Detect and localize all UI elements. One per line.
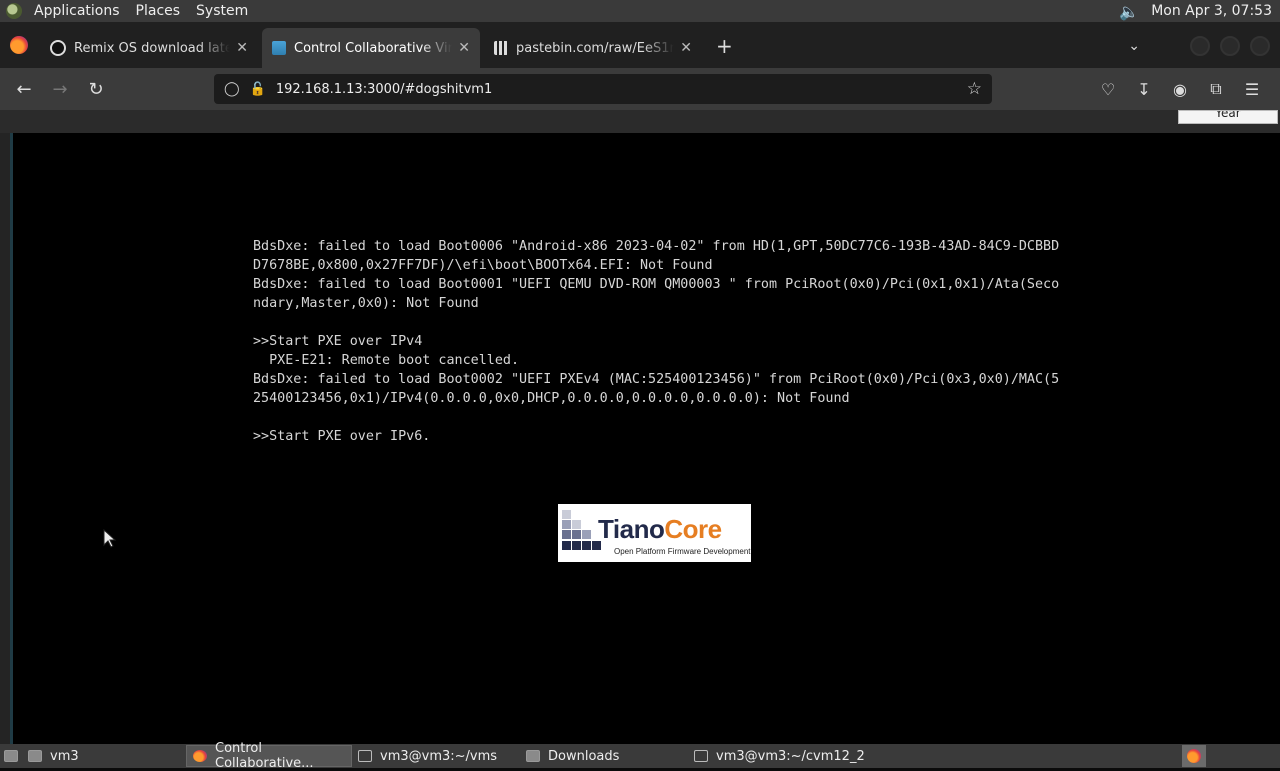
list-all-tabs-chevron-icon[interactable]: ⌄ [1128, 38, 1140, 54]
folder-icon [526, 750, 540, 762]
taskbar-item-downloads[interactable]: Downloads [520, 745, 688, 767]
close-window-button[interactable] [1250, 36, 1270, 56]
console-line: >>Start PXE over IPv6. [253, 429, 431, 444]
applications-menu[interactable]: Applications [26, 0, 128, 22]
bookmark-star-icon[interactable]: ☆ [967, 79, 982, 99]
account-icon[interactable]: ◉ [1162, 80, 1198, 99]
year-button[interactable]: Year [1178, 110, 1278, 124]
taskbar-item-label: vm3@vm3:~/vms [380, 748, 498, 764]
system-menu[interactable]: System [188, 0, 256, 22]
console-line: BdsDxe: failed to load Boot0006 "Android… [253, 239, 1060, 254]
pocket-icon[interactable]: ♡ [1090, 80, 1126, 99]
show-desktop-button[interactable] [0, 745, 22, 767]
terminal-icon [694, 750, 708, 762]
tab-control-collaborative[interactable]: Control Collaborative Virtual ✕ [262, 28, 480, 68]
console-line: D7678BE,0x800,0x27FF7DF)/\efi\boot\BOOTx… [253, 258, 713, 273]
taskbar-item-label: Control Collaborative... [215, 741, 314, 771]
gnome-logo-icon[interactable] [6, 3, 22, 19]
taskbar-item-vm3[interactable]: vm3 [22, 745, 186, 767]
firefox-tray-icon [1187, 749, 1201, 763]
tab-pastebin[interactable]: pastebin.com/raw/EeS1nz7C ✕ [484, 28, 702, 68]
tab-remix-os[interactable]: Remix OS download latest v ✕ [40, 28, 258, 68]
mouse-pointer-icon [103, 529, 117, 548]
console-line: PXE-E21: Remote boot cancelled. [253, 353, 520, 368]
logo-wordmark: TianoCore [598, 514, 722, 545]
new-tab-button[interactable]: + [716, 34, 733, 58]
url-text[interactable]: 192.168.1.13:3000/#dogshitvm1 [276, 82, 492, 97]
console-line: 25400123456,0x1)/IPv4(0.0.0.0,0x0,DHCP,0… [253, 391, 850, 406]
tianocore-logo: TianoCore Open Platform Firmware Develop… [558, 504, 751, 562]
terminal-icon [358, 750, 372, 762]
github-icon [50, 40, 66, 56]
close-tab-icon[interactable]: ✕ [680, 40, 692, 56]
insecure-lock-icon[interactable]: 🔓 [250, 82, 266, 97]
tab-title: pastebin.com/raw/EeS1nz7C [516, 40, 675, 56]
url-bar[interactable]: ◯ 🔓 192.168.1.13:3000/#dogshitvm1 ☆ [214, 74, 992, 104]
logo-word-core: Core [664, 514, 722, 544]
console-line: BdsDxe: failed to load Boot0002 "UEFI PX… [253, 372, 1060, 387]
console-line: >>Start PXE over IPv4 [253, 334, 423, 349]
back-button[interactable]: ← [6, 79, 42, 100]
tray-firefox-button[interactable] [1182, 745, 1206, 767]
show-desktop-icon [4, 750, 18, 762]
bottom-taskbar: vm3 Control Collaborative... vm3@vm3:~/v… [0, 741, 1280, 771]
vm-console-screen[interactable]: BdsDxe: failed to load Boot0006 "Android… [10, 133, 1280, 744]
logo-word-tiano: Tiano [598, 514, 665, 544]
folder-icon [28, 750, 42, 762]
navigation-toolbar: ← → ↻ ◯ 🔓 192.168.1.13:3000/#dogshitvm1 … [0, 68, 1280, 110]
menu-hamburger-icon[interactable]: ☰ [1234, 80, 1270, 99]
top-panel: Applications Places System 🔈 Mon Apr 3, … [0, 0, 1280, 22]
extensions-icon[interactable]: ⧉ [1198, 79, 1234, 99]
web-page: Year BdsDxe: failed to load Boot0006 "An… [0, 110, 1280, 744]
console-line: BdsDxe: failed to load Boot0001 "UEFI QE… [253, 277, 1060, 292]
taskbar-item-label: vm3@vm3:~/cvm12_2 [716, 748, 865, 764]
minimize-window-button[interactable] [1190, 36, 1210, 56]
taskbar-item-firefox[interactable]: Control Collaborative... [186, 741, 352, 771]
logo-subtitle: Open Platform Firmware Development [614, 547, 751, 556]
tab-title: Remix OS download latest v [74, 40, 231, 56]
taskbar-item-label: Downloads [548, 748, 620, 764]
close-tab-icon[interactable]: ✕ [236, 40, 248, 56]
places-menu[interactable]: Places [128, 0, 189, 22]
close-tab-icon[interactable]: ✕ [458, 40, 470, 56]
console-line: ndary,Master,0x0): Not Found [253, 296, 479, 311]
clock[interactable]: Mon Apr 3, 07:53 [1151, 3, 1272, 19]
forward-button[interactable]: → [42, 79, 78, 100]
maximize-window-button[interactable] [1220, 36, 1240, 56]
taskbar-item-label: vm3 [50, 748, 79, 764]
volume-icon[interactable]: 🔈 [1119, 2, 1139, 21]
page-top-strip [0, 110, 1280, 133]
qr-icon [494, 41, 508, 55]
tab-title: Control Collaborative Virtual [294, 40, 453, 56]
downloads-icon[interactable]: ↧ [1126, 80, 1162, 99]
firefox-icon [193, 750, 207, 762]
tracking-protection-shield-icon[interactable]: ◯ [224, 81, 240, 97]
reload-button[interactable]: ↻ [78, 79, 114, 100]
taskbar-item-terminal-cvm12[interactable]: vm3@vm3:~/cvm12_2 [688, 745, 868, 767]
logo-grid-icon [562, 510, 601, 556]
monitor-icon [272, 41, 286, 55]
taskbar-item-terminal-vms[interactable]: vm3@vm3:~/vms [352, 745, 520, 767]
tab-strip: Remix OS download latest v ✕ Control Col… [0, 22, 1280, 68]
firefox-view-icon[interactable] [10, 36, 28, 54]
console-output: BdsDxe: failed to load Boot0006 "Android… [253, 237, 1073, 446]
